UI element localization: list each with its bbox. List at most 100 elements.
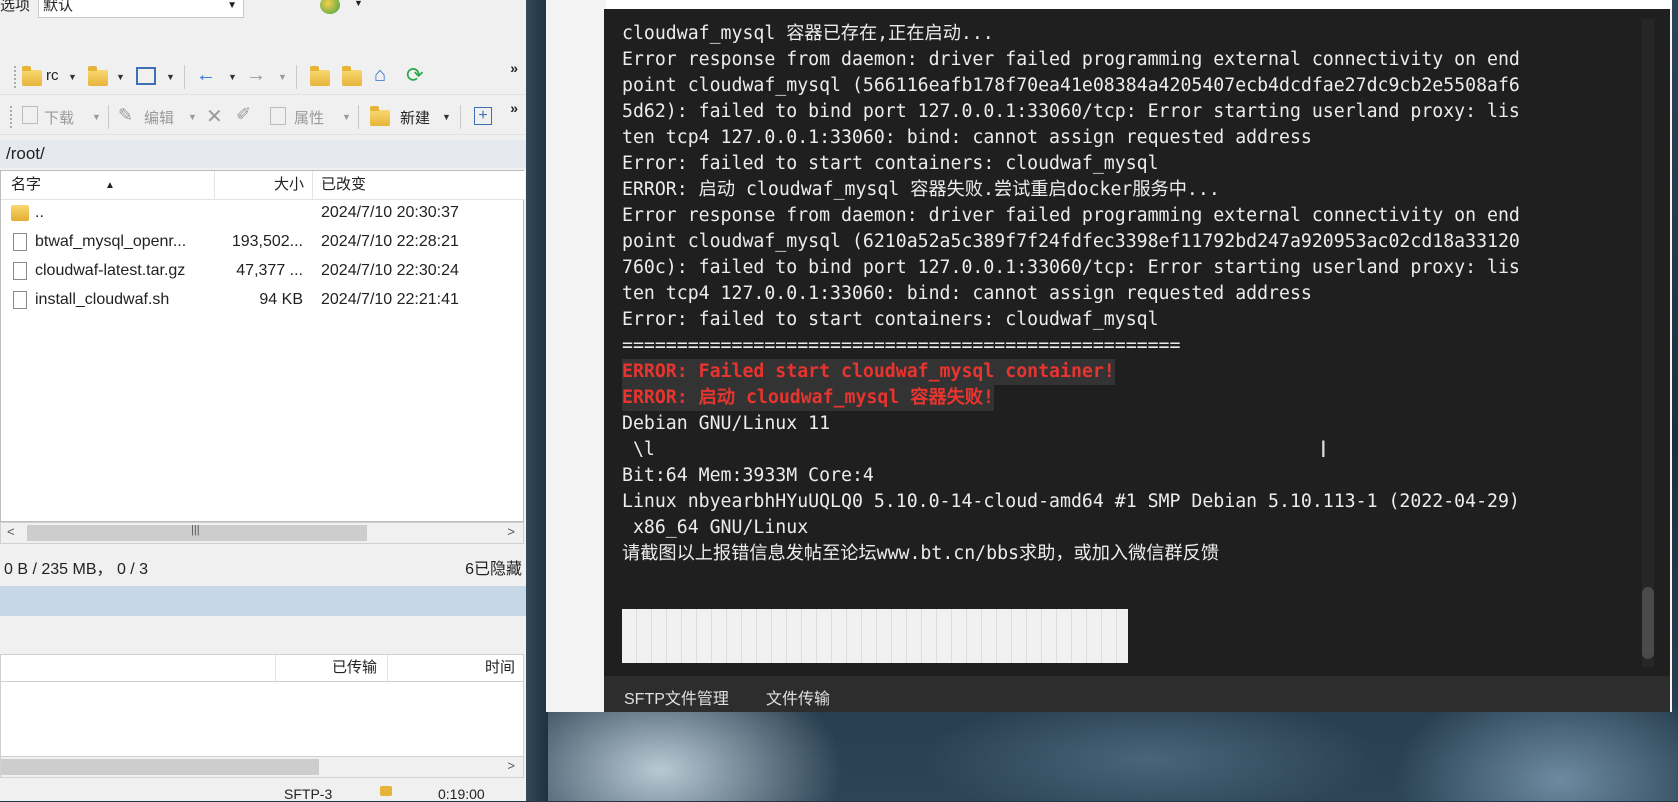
column-header-size[interactable]: 大小 (215, 171, 313, 199)
terminal-input-placeholder[interactable] (622, 609, 1128, 663)
terminal-line: point cloudwaf_mysql (566116eafb178f70ea… (622, 75, 1520, 96)
folder-icon[interactable] (22, 66, 42, 86)
column-header-transferred[interactable]: 已传输 (275, 655, 387, 681)
sort-ascending-icon: ▲ (105, 180, 115, 191)
scroll-right-icon[interactable]: > (507, 524, 515, 539)
options-select[interactable]: 默认 ▼ (38, 0, 244, 18)
chevron-down-icon[interactable]: ▼ (354, 0, 363, 8)
file-manager-window: 选项 默认 ▼ ▼ rc ▼ ▼ ▼ ← ▼ → ▼ ⌂ ⟳ » 下载 ▼ ✎ … (0, 0, 526, 802)
back-arrow-icon[interactable]: ← (196, 64, 216, 87)
file-modified: 2024/7/10 22:30:24 (321, 262, 459, 279)
chevron-down-icon[interactable]: ▼ (442, 112, 451, 122)
file-row[interactable]: cloudwaf-latest.tar.gz 47,377 ... 2024/7… (1, 257, 525, 286)
terminal-line: ten tcp4 127.0.0.1:33060: bind: cannot a… (622, 283, 1312, 304)
parent-folder-icon[interactable] (310, 66, 330, 86)
file-size: 193,502... (231, 233, 303, 250)
options-row: 选项 默认 ▼ ▼ (0, 0, 526, 22)
new-folder-icon[interactable] (370, 106, 390, 126)
options-value: 默认 (43, 0, 74, 14)
open-folder-icon[interactable] (88, 66, 108, 86)
chevron-down-icon[interactable]: ▼ (278, 72, 287, 82)
hidden-count[interactable]: 6已隐藏 (465, 555, 522, 579)
sync-globe-icon[interactable] (320, 0, 340, 14)
file-list-horizontal-scrollbar[interactable]: < ||| > (0, 522, 524, 544)
terminal-line: Error response from daemon: driver faile… (622, 205, 1520, 226)
file-size: 94 KB (259, 291, 303, 308)
file-size: 47,377 ... (236, 262, 303, 279)
file-row-parent[interactable]: .. 2024/7/10 20:30:37 (1, 199, 525, 228)
terminal-line: ERROR: 启动 cloudwaf_mysql 容器失败.尝试重启docker… (622, 179, 1220, 200)
current-path: /root/ (6, 144, 45, 163)
terminal-window: cloudwaf_mysql 容器已存在,正在启动... Error respo… (546, 0, 1672, 712)
file-row[interactable]: install_cloudwaf.sh 94 KB 2024/7/10 22:2… (1, 286, 525, 315)
terminal-output[interactable]: cloudwaf_mysql 容器已存在,正在启动... Error respo… (604, 9, 1670, 676)
column-header-name[interactable]: 名字 ▲ (1, 171, 215, 199)
terminal-vertical-scrollbar[interactable] (1642, 19, 1654, 667)
chevron-down-icon[interactable]: ▼ (228, 72, 237, 82)
chevron-down-icon[interactable]: ▼ (68, 72, 77, 82)
file-row[interactable]: btwaf_mysql_openr... 193,502... 2024/7/1… (1, 228, 525, 257)
delete-icon[interactable]: ✕ (206, 104, 223, 129)
scrollbar-thumb[interactable] (1642, 587, 1654, 659)
tab-file-transfer[interactable]: 文件传输 (766, 685, 830, 709)
terminal-line: ten tcp4 127.0.0.1:33060: bind: cannot a… (622, 127, 1312, 148)
transfer-queue-list[interactable] (0, 682, 524, 756)
toolbar-overflow-icon[interactable]: » (510, 100, 518, 116)
navigation-toolbar: rc ▼ ▼ ▼ ← ▼ → ▼ ⌂ ⟳ » (0, 58, 526, 95)
options-label: 选项 (0, 0, 31, 14)
toolbar-grip (10, 106, 16, 128)
scroll-right-icon[interactable]: > (507, 758, 515, 773)
refresh-icon[interactable]: ⟳ (406, 63, 424, 88)
parent-directory-icon (11, 205, 29, 221)
scroll-left-icon[interactable]: < (7, 524, 15, 539)
chevron-down-icon[interactable]: ▼ (342, 112, 351, 122)
chevron-down-icon: ▼ (227, 0, 237, 11)
download-icon[interactable] (22, 106, 38, 124)
file-name: btwaf_mysql_openr... (35, 233, 187, 250)
properties-icon[interactable] (270, 107, 286, 125)
transfer-pane-toolbar (0, 616, 526, 654)
filter-icon[interactable] (136, 67, 156, 85)
edit-button[interactable]: 编辑 (144, 107, 174, 128)
download-button[interactable]: 下载 (44, 107, 74, 128)
tab-sftp-file-manager[interactable]: SFTP文件管理 (624, 685, 729, 709)
transfer-queue-horizontal-scrollbar[interactable]: > (0, 756, 524, 778)
forward-arrow-icon[interactable]: → (246, 64, 266, 87)
edit-icon[interactable]: ✎ (118, 105, 133, 126)
terminal-line: Bit:64 Mem:3933M Core:4 (622, 465, 874, 486)
home-icon[interactable]: ⌂ (374, 64, 386, 87)
terminal-line: Error: failed to start containers: cloud… (622, 309, 1159, 330)
protocol-label: SFTP-3 (284, 786, 333, 802)
terminal-line: 请截图以上报错信息发帖至论坛www.bt.cn/bbs求助，或加入微信群反馈 (622, 543, 1220, 564)
column-header-modified[interactable]: 已改变 (313, 171, 525, 199)
chevron-down-icon[interactable]: ▼ (188, 112, 197, 122)
toolbar-separator (296, 65, 297, 89)
chevron-down-icon[interactable]: ▼ (166, 72, 175, 82)
terminal-line: Error: failed to start containers: cloud… (622, 153, 1159, 174)
new-button[interactable]: 新建 (400, 107, 430, 128)
scrollbar-thumb[interactable] (1, 759, 319, 775)
rename-icon[interactable]: ✐ (236, 104, 251, 125)
chevron-down-icon[interactable]: ▼ (116, 72, 125, 82)
properties-button[interactable]: 属性 (294, 107, 324, 128)
toolbar-separator (358, 105, 359, 129)
chevron-down-icon[interactable]: ▼ (92, 112, 101, 122)
terminal-line: point cloudwaf_mysql (6210a52a5c389f7f24… (622, 231, 1520, 252)
column-header-time[interactable]: 时间 (387, 655, 525, 681)
terminal-line: 760c): failed to bind port 127.0.0.1:330… (622, 257, 1520, 278)
toolbar-separator (108, 105, 109, 129)
terminal-top-bar (606, 0, 1672, 9)
file-name: .. (35, 204, 44, 221)
path-bar[interactable]: /root/ (0, 140, 526, 168)
terminal-line: x86_64 GNU/Linux (622, 517, 809, 538)
file-actions-toolbar: 下载 ▼ ✎ 编辑 ▼ ✕ ✐ 属性 ▼ 新建 ▼ + » (0, 98, 526, 135)
terminal-line: Linux nbyearbhHYuUQLQ0 5.10.0-14-cloud-a… (622, 491, 1520, 512)
file-list-header: 名字 ▲ 大小 已改变 (1, 171, 525, 200)
pane-splitter[interactable] (0, 586, 526, 616)
folder-select-label[interactable]: rc (46, 67, 59, 84)
toolbar-overflow-icon[interactable]: » (510, 60, 518, 76)
root-folder-icon[interactable] (342, 66, 362, 86)
add-icon[interactable]: + (474, 107, 492, 125)
window-status-bar: SFTP-3 0:19:00 (0, 782, 526, 802)
file-list[interactable]: 名字 ▲ 大小 已改变 .. 2024/7/10 20:30:37 btwaf_… (0, 170, 525, 522)
